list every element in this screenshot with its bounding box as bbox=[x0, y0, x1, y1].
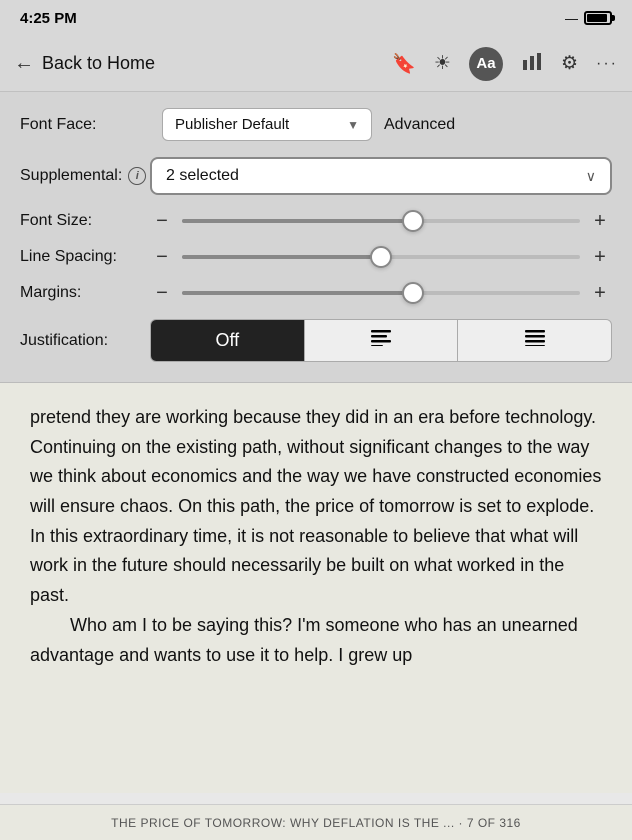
font-size-decrease-button[interactable]: − bbox=[150, 211, 174, 231]
margins-increase-button[interactable]: + bbox=[588, 283, 612, 303]
chart-icon[interactable] bbox=[521, 50, 543, 78]
line-spacing-increase-button[interactable]: + bbox=[588, 247, 612, 267]
font-face-row: Font Face: Publisher Default ▼ Advanced bbox=[20, 108, 612, 141]
status-bar: 4:25 PM — bbox=[0, 0, 632, 36]
justification-label: Justification: bbox=[20, 332, 150, 350]
margins-row: Margins: − + bbox=[20, 283, 612, 303]
status-time: 4:25 PM bbox=[20, 10, 77, 27]
status-right: — bbox=[565, 11, 612, 26]
nav-bar: ← Back to Home 🔖 ☀ Aa ⚙ ··· bbox=[0, 36, 632, 92]
line-spacing-slider-container: − + bbox=[150, 247, 612, 267]
justification-row: Justification: Off bbox=[20, 319, 612, 362]
supplemental-value: 2 selected bbox=[166, 167, 239, 185]
book-text: pretend they are working because they di… bbox=[30, 403, 602, 670]
line-spacing-label: Line Spacing: bbox=[20, 248, 150, 266]
justification-full-icon bbox=[525, 330, 545, 350]
book-footer-text: THE PRICE OF TOMORROW: WHY DEFLATION IS … bbox=[111, 816, 521, 830]
settings-panel: Font Face: Publisher Default ▼ Advanced … bbox=[0, 92, 632, 383]
back-button[interactable]: ← Back to Home bbox=[14, 52, 155, 75]
battery-icon bbox=[584, 11, 612, 25]
book-paragraph-1: pretend they are working because they di… bbox=[30, 403, 602, 611]
back-arrow-icon: ← bbox=[14, 52, 34, 75]
justification-full-button[interactable] bbox=[458, 320, 611, 361]
supplemental-dropdown-arrow-icon: ∨ bbox=[586, 168, 596, 185]
line-spacing-slider[interactable] bbox=[182, 255, 580, 259]
font-face-value: Publisher Default bbox=[175, 116, 289, 133]
justification-off-label: Off bbox=[215, 330, 239, 350]
font-size-slider-container: − + bbox=[150, 211, 612, 231]
font-face-dropdown[interactable]: Publisher Default ▼ bbox=[162, 108, 372, 141]
supplemental-row: Supplemental: i 2 selected ∨ bbox=[20, 157, 612, 195]
font-dropdown-arrow-icon: ▼ bbox=[347, 118, 359, 132]
justification-left-button[interactable] bbox=[305, 320, 459, 361]
margins-slider-container: − + bbox=[150, 283, 612, 303]
book-content: pretend they are working because they di… bbox=[0, 383, 632, 793]
font-size-row: Font Size: − + bbox=[20, 211, 612, 231]
margins-decrease-button[interactable]: − bbox=[150, 283, 174, 303]
supplemental-info-icon[interactable]: i bbox=[128, 167, 146, 185]
justification-left-icon bbox=[371, 330, 391, 350]
font-size-label: Font Size: bbox=[20, 212, 150, 230]
brightness-icon[interactable]: ☀ bbox=[434, 52, 451, 75]
font-size-slider[interactable] bbox=[182, 219, 580, 223]
bookmark-icon[interactable]: 🔖 bbox=[392, 52, 416, 76]
supplemental-label: Supplemental: i bbox=[20, 167, 150, 185]
nav-icons: 🔖 ☀ Aa ⚙ ··· bbox=[392, 47, 618, 81]
back-label: Back to Home bbox=[42, 53, 155, 74]
supplemental-dropdown[interactable]: 2 selected ∨ bbox=[150, 157, 612, 195]
font-settings-icon[interactable]: Aa bbox=[469, 47, 503, 81]
book-paragraph-2: Who am I to be saying this? I'm someone … bbox=[30, 611, 602, 670]
justification-options: Off bbox=[150, 319, 612, 362]
line-spacing-decrease-button[interactable]: − bbox=[150, 247, 174, 267]
font-size-increase-button[interactable]: + bbox=[588, 211, 612, 231]
line-spacing-row: Line Spacing: − + bbox=[20, 247, 612, 267]
margins-label: Margins: bbox=[20, 284, 150, 302]
aa-label: Aa bbox=[476, 55, 495, 72]
book-footer: THE PRICE OF TOMORROW: WHY DEFLATION IS … bbox=[0, 804, 632, 840]
margins-slider[interactable] bbox=[182, 291, 580, 295]
advanced-button[interactable]: Advanced bbox=[384, 116, 455, 134]
justification-off-button[interactable]: Off bbox=[151, 320, 305, 361]
gear-icon[interactable]: ⚙ bbox=[561, 52, 578, 75]
more-icon[interactable]: ··· bbox=[596, 55, 618, 73]
signal-dash: — bbox=[565, 11, 578, 26]
font-face-label: Font Face: bbox=[20, 116, 150, 134]
